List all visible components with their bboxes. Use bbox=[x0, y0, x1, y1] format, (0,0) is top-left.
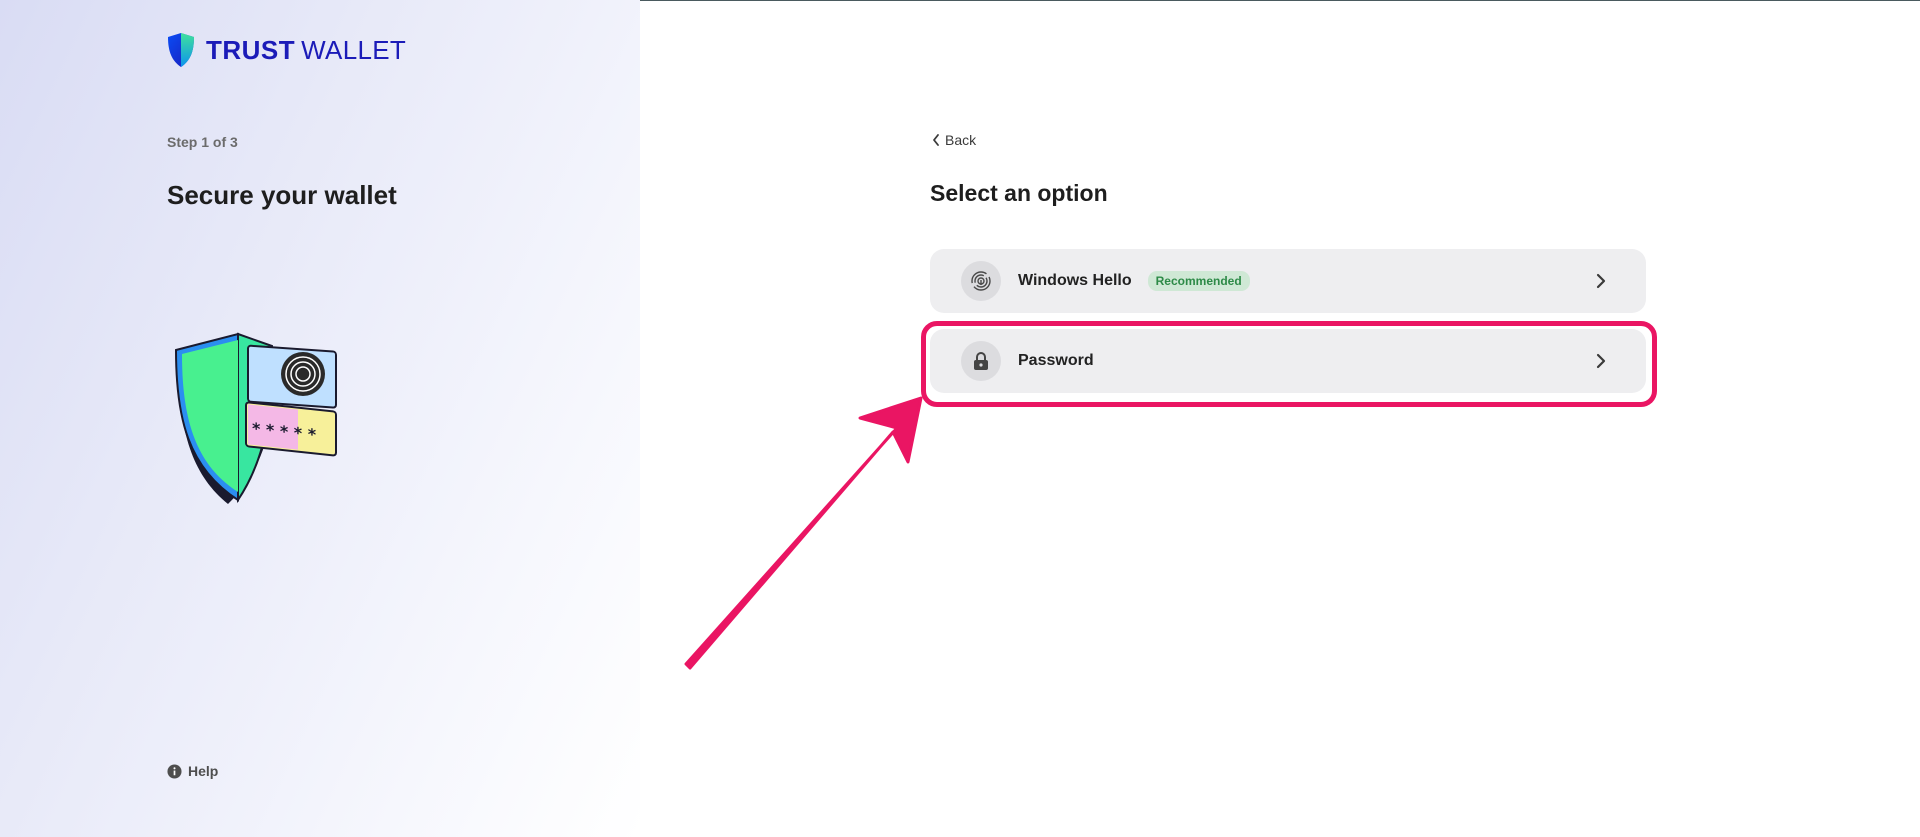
info-icon bbox=[167, 763, 182, 779]
shield-password-illustration: * * * * * bbox=[174, 332, 337, 504]
lock-icon bbox=[974, 352, 988, 370]
trust-wallet-logo: TRUST WALLET bbox=[166, 32, 406, 68]
option-label: Password bbox=[1018, 352, 1094, 369]
back-label: Back bbox=[945, 132, 977, 148]
step-indicator: Step 1 of 3 bbox=[167, 134, 238, 150]
fingerprint-icon-container bbox=[961, 261, 1001, 301]
brand-trust-text: TRUST bbox=[206, 34, 296, 65]
left-panel: TRUST WALLET Step 1 of 3 Secure your wal… bbox=[0, 0, 640, 837]
back-button[interactable]: Back bbox=[931, 132, 976, 148]
option-password[interactable]: Password bbox=[930, 329, 1646, 393]
chevron-right-icon bbox=[1596, 353, 1606, 369]
page-title: Secure your wallet bbox=[167, 180, 397, 210]
fingerprint-icon bbox=[971, 271, 991, 291]
help-link[interactable]: Help bbox=[167, 763, 218, 779]
select-option-title: Select an option bbox=[930, 180, 1108, 206]
recommended-badge: Recommended bbox=[1147, 271, 1250, 291]
option-label: Windows Hello bbox=[1018, 272, 1132, 289]
shield-logo-icon bbox=[168, 33, 194, 67]
lock-icon-container bbox=[961, 341, 1001, 381]
chevron-right-icon bbox=[1596, 273, 1606, 289]
help-label: Help bbox=[188, 763, 219, 779]
option-windows-hello[interactable]: Windows Hello Recommended bbox=[930, 249, 1646, 313]
chevron-left-icon bbox=[933, 134, 939, 146]
brand-wallet-text: WALLET bbox=[301, 34, 407, 65]
